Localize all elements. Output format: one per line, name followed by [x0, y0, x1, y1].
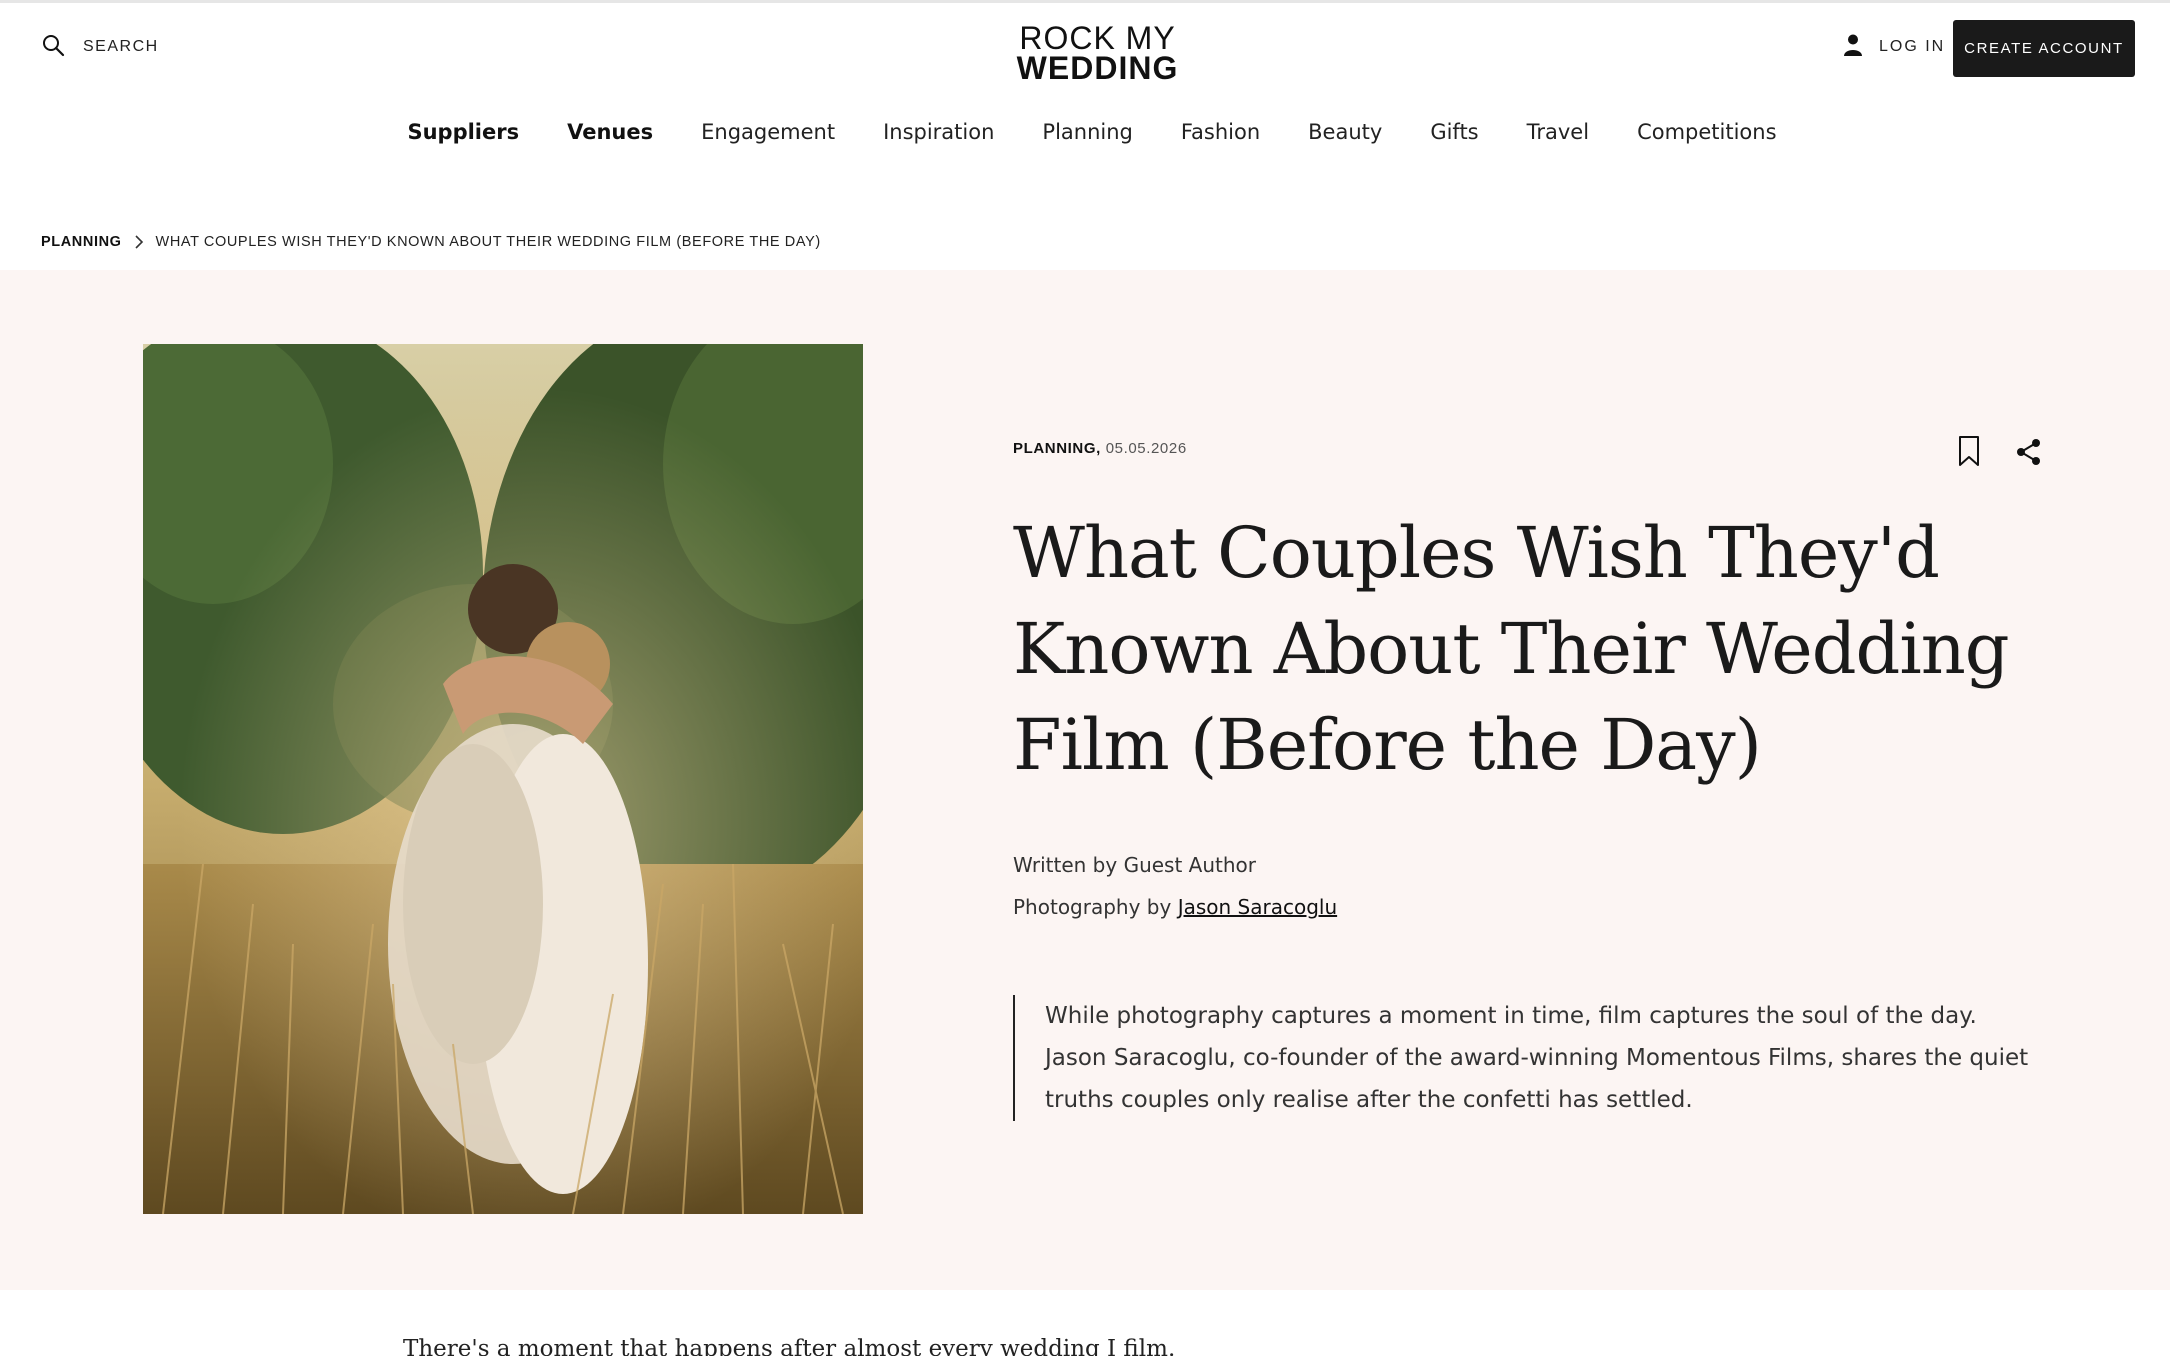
written-by: Written by Guest Author	[1013, 853, 1256, 877]
site-logo[interactable]: ROCK MY WEDDING	[1000, 20, 1195, 87]
login-link[interactable]: Log in	[1843, 33, 1945, 61]
login-label: Log in	[1879, 38, 1946, 55]
nav-item-venues[interactable]: Venues	[567, 120, 653, 144]
nav-item-travel[interactable]: Travel	[1527, 120, 1589, 144]
article-byline: Written by Guest Author Photography by J…	[1013, 844, 1337, 928]
nav-item-fashion[interactable]: Fashion	[1181, 120, 1260, 144]
share-icon[interactable]	[2016, 438, 2042, 466]
main-nav: Suppliers Venues Engagement Inspiration …	[0, 120, 2170, 144]
article-meta: PLANNING, 05.05.2026	[1013, 440, 1187, 457]
article-standfirst: While photography captures a moment in t…	[1013, 995, 2043, 1121]
nav-item-inspiration[interactable]: Inspiration	[883, 120, 994, 144]
nav-item-suppliers[interactable]: Suppliers	[407, 120, 519, 144]
search-button[interactable]: Search	[41, 33, 159, 61]
photographer-link[interactable]: Jason Saracoglu	[1178, 895, 1337, 919]
nav-item-beauty[interactable]: Beauty	[1308, 120, 1382, 144]
search-label: Search	[83, 38, 159, 55]
photography-prefix: Photography by	[1013, 895, 1178, 919]
nav-item-competitions[interactable]: Competitions	[1637, 120, 1776, 144]
article-hero: PLANNING, 05.05.2026 What Couples Wish T…	[0, 270, 2170, 1290]
nav-item-gifts[interactable]: Gifts	[1430, 120, 1478, 144]
bookmark-icon[interactable]	[1957, 435, 1981, 467]
photography-credit: Photography by Jason Saracoglu	[1013, 886, 1337, 928]
breadcrumb-root[interactable]: Planning	[41, 234, 122, 250]
nav-item-planning[interactable]: Planning	[1042, 120, 1132, 144]
nav-item-engagement[interactable]: Engagement	[701, 120, 835, 144]
hero-image	[143, 344, 863, 1214]
user-icon	[1843, 33, 1863, 61]
create-account-button[interactable]: Create account	[1953, 20, 2135, 77]
logo-line-2: WEDDING	[1016, 50, 1179, 87]
article-category[interactable]: PLANNING,	[1013, 440, 1101, 457]
search-icon	[41, 33, 65, 61]
article-date: 05.05.2026	[1105, 440, 1187, 457]
logo-line-1: ROCK MY	[1019, 20, 1176, 56]
chevron-right-icon	[134, 235, 144, 249]
breadcrumb-current: What Couples Wish They'd Known About The…	[155, 234, 821, 250]
article-title: What Couples Wish They'd Known About The…	[1013, 512, 2010, 786]
site-header: Search ROCK MY WEDDING Log in Create acc…	[0, 3, 2170, 91]
article-body-first-line: There's a moment that happens after almo…	[403, 1336, 1176, 1356]
breadcrumb: Planning What Couples Wish They'd Known …	[41, 234, 821, 250]
